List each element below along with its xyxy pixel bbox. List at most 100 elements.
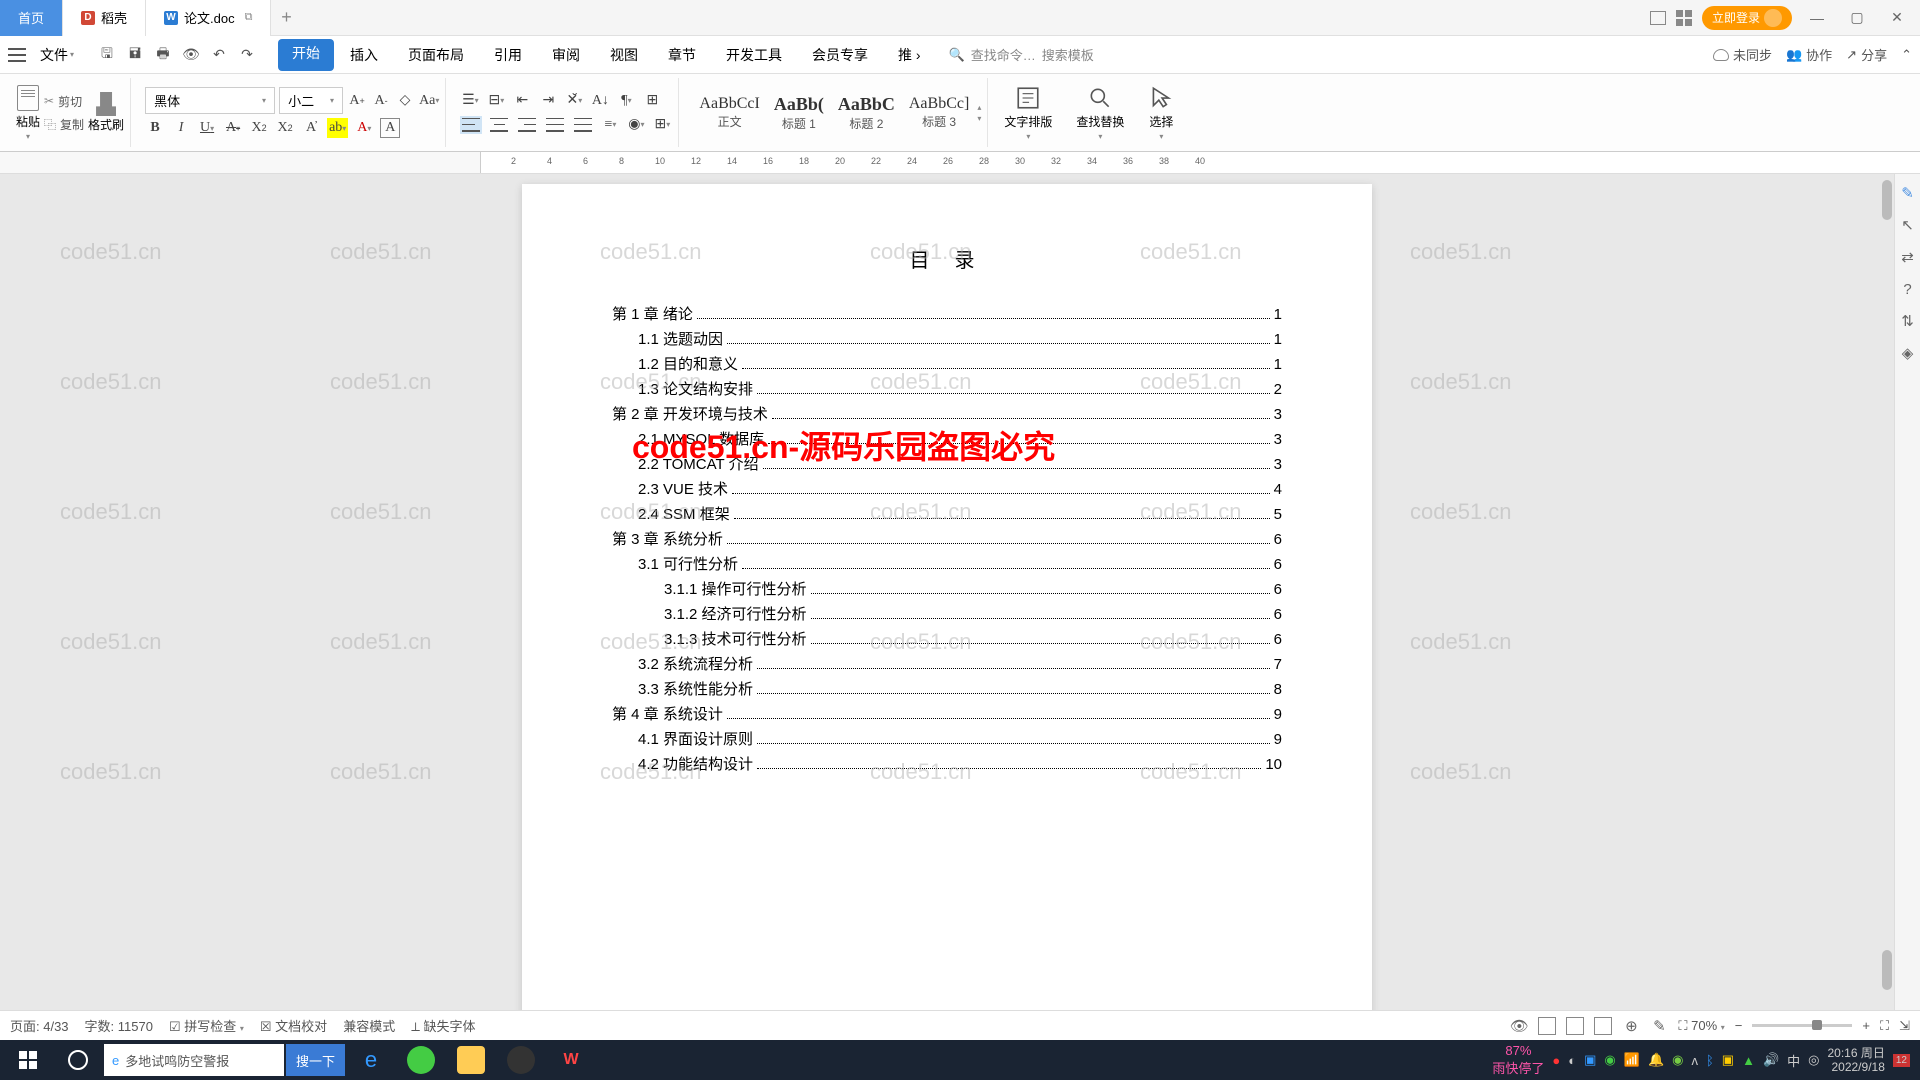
tray-icon-2[interactable]: ◐: [1568, 1053, 1576, 1068]
close-button[interactable]: ✕: [1882, 3, 1912, 33]
increase-font[interactable]: A+: [347, 91, 367, 111]
task-360[interactable]: [397, 1040, 445, 1080]
align-justify[interactable]: [544, 116, 566, 134]
redo-icon[interactable]: ↷: [238, 46, 256, 64]
zoom-slider[interactable]: [1752, 1024, 1852, 1027]
style-more[interactable]: ▾: [977, 114, 981, 123]
text-layout-button[interactable]: 文字排版▾: [996, 85, 1060, 141]
tray-icon-6[interactable]: ◎: [1808, 1052, 1819, 1068]
expand-icon[interactable]: ⇲: [1899, 1018, 1910, 1034]
layout-icon-grid[interactable]: [1676, 10, 1692, 26]
taskbar-search-button[interactable]: 搜一下: [286, 1044, 345, 1076]
style-up[interactable]: ▴: [977, 103, 981, 112]
tab-start[interactable]: 开始: [278, 39, 334, 71]
tab-chapter[interactable]: 章节: [654, 39, 710, 71]
tab-docshell[interactable]: D 稻壳: [63, 0, 146, 36]
sync-status[interactable]: 未同步: [1713, 45, 1772, 64]
share-button[interactable]: ↗ 分享: [1846, 45, 1887, 64]
cursor-side-icon[interactable]: ↖: [1899, 216, 1917, 234]
toc-entry[interactable]: 1.1 选题动因1: [638, 328, 1282, 349]
task-app1[interactable]: [497, 1040, 545, 1080]
tab-add[interactable]: +: [271, 7, 301, 28]
start-button[interactable]: [4, 1040, 52, 1080]
toc-entry[interactable]: 1.3 论文结构安排2: [638, 378, 1282, 399]
collapse-ribbon[interactable]: ⌃: [1901, 47, 1912, 63]
subscript-button[interactable]: X2: [275, 118, 295, 138]
toc-entry[interactable]: 2.3 VUE 技术4: [638, 478, 1282, 499]
notification-badge[interactable]: 12: [1893, 1054, 1910, 1067]
search-commands[interactable]: 🔍 查找命令… 搜索模板: [949, 45, 1094, 64]
zoom-fit[interactable]: ⛶ 70% ▾: [1678, 1018, 1724, 1034]
toc-entry[interactable]: 4.2 功能结构设计10: [638, 753, 1282, 774]
layout-icon-1[interactable]: [1650, 11, 1666, 25]
eye-icon[interactable]: 👁: [1510, 1017, 1528, 1035]
tray-icon-4[interactable]: ◉: [1604, 1052, 1615, 1068]
weather-widget[interactable]: 87%雨快停了: [1492, 1043, 1544, 1077]
print-icon[interactable]: 🖶: [154, 46, 172, 64]
hamburger-icon[interactable]: [8, 48, 26, 62]
maximize-button[interactable]: ▢: [1842, 3, 1872, 33]
tab-insert[interactable]: 插入: [336, 39, 392, 71]
missing-font[interactable]: ⟂ 缺失字体: [411, 1016, 475, 1035]
tray-icon-3[interactable]: ▣: [1584, 1052, 1596, 1068]
zoom-in[interactable]: +: [1862, 1018, 1870, 1033]
toc-entry[interactable]: 3.2 系统流程分析7: [638, 653, 1282, 674]
taskbar-clock[interactable]: 20:16 周日2022/9/18: [1828, 1046, 1885, 1075]
tray-up-icon[interactable]: ʌ: [1691, 1053, 1698, 1068]
tray-icon-5[interactable]: ▣: [1722, 1052, 1734, 1068]
bold-button[interactable]: B: [145, 118, 165, 138]
save-icon[interactable]: 🖫: [98, 46, 116, 64]
shading-button[interactable]: ◉▾: [626, 115, 646, 135]
show-marks[interactable]: ¶▾: [616, 91, 636, 111]
align-left[interactable]: [460, 116, 482, 134]
style-h3[interactable]: AaBbCc]标题 3: [903, 93, 975, 132]
help-icon[interactable]: ?: [1899, 280, 1917, 298]
tab-document[interactable]: W 论文.doc ⧉: [146, 0, 271, 36]
tabs-button[interactable]: ⊞: [642, 91, 662, 111]
toc-entry[interactable]: 第 3 章 系统分析6: [612, 528, 1282, 549]
superscript-button[interactable]: X2: [249, 118, 269, 138]
zoom-out[interactable]: −: [1735, 1018, 1743, 1033]
toc-entry[interactable]: 2.4 SSM 框架5: [638, 503, 1282, 524]
decrease-indent[interactable]: ⇤: [512, 91, 532, 111]
tab-references[interactable]: 引用: [480, 39, 536, 71]
italic-button[interactable]: I: [171, 118, 191, 138]
borders-button[interactable]: ⊞▾: [652, 115, 672, 135]
task-ie[interactable]: e: [347, 1040, 395, 1080]
clear-format[interactable]: ◇: [395, 91, 415, 111]
line-spacing[interactable]: ≡▾: [600, 115, 620, 135]
toc-entry[interactable]: 第 4 章 系统设计9: [612, 703, 1282, 724]
strike-button[interactable]: A▾: [223, 118, 243, 138]
copy-button[interactable]: ⿻复制: [44, 116, 84, 133]
toc-entry[interactable]: 3.1.1 操作可行性分析6: [664, 578, 1282, 599]
tray-bell-icon[interactable]: 🔔: [1648, 1052, 1664, 1068]
minimize-button[interactable]: —: [1802, 3, 1832, 33]
tray-speed-icon[interactable]: ▲: [1742, 1053, 1755, 1068]
login-button[interactable]: 立即登录: [1702, 6, 1792, 30]
tab-review[interactable]: 审阅: [538, 39, 594, 71]
select-button[interactable]: 选择▾: [1140, 85, 1182, 141]
change-case[interactable]: Aa▾: [419, 91, 439, 111]
sliders-icon[interactable]: ⇄: [1899, 248, 1917, 266]
increase-indent[interactable]: ⇥: [538, 91, 558, 111]
tab-member[interactable]: 会员专享: [798, 39, 882, 71]
bullets-button[interactable]: ☰▾: [460, 91, 480, 111]
highlight-button[interactable]: ab▾: [327, 118, 348, 138]
tray-bluetooth-icon[interactable]: ᛒ: [1706, 1053, 1714, 1068]
undo-icon[interactable]: ↶: [210, 46, 228, 64]
font-color-button[interactable]: A▾: [354, 118, 374, 138]
toc-entry[interactable]: 第 1 章 绪论1: [612, 303, 1282, 324]
style-h1[interactable]: AaBb(标题 1: [768, 92, 830, 134]
globe-icon[interactable]: ⊕: [1622, 1017, 1640, 1035]
numbering-button[interactable]: ⊟▾: [486, 91, 506, 111]
compat-mode[interactable]: 兼容模式: [343, 1016, 395, 1035]
toc-entry[interactable]: 1.2 目的和意义1: [638, 353, 1282, 374]
toc-entry[interactable]: 4.1 界面设计原则9: [638, 728, 1282, 749]
font-size-select[interactable]: 小二▾: [279, 87, 343, 114]
page-indicator[interactable]: 页面: 4/33: [10, 1016, 69, 1035]
tab-screen-icon[interactable]: ⧉: [245, 11, 253, 24]
toc-entry[interactable]: 第 2 章 开发环境与技术3: [612, 403, 1282, 424]
scroll-thumb-bottom[interactable]: [1882, 950, 1892, 990]
tray-ime[interactable]: 中: [1787, 1051, 1800, 1070]
char-border-button[interactable]: A: [380, 118, 400, 138]
